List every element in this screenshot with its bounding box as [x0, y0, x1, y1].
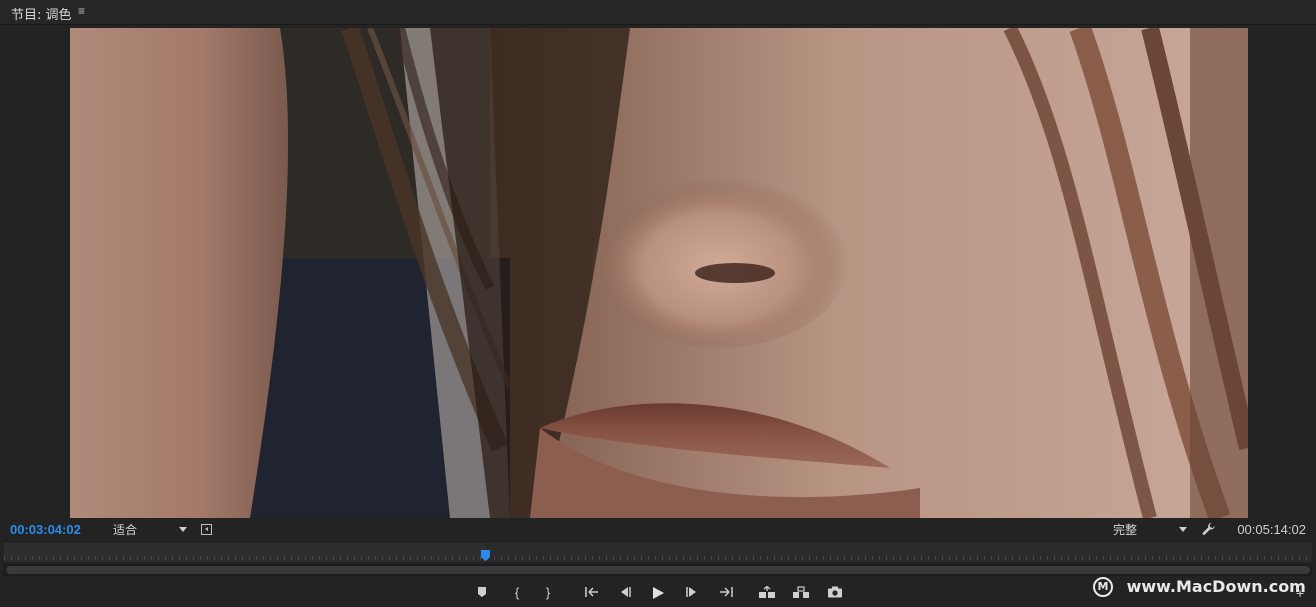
extract-icon[interactable]	[791, 582, 811, 604]
zoom-level-value: 适合	[113, 523, 138, 537]
safe-margins-icon[interactable]	[201, 524, 212, 535]
hamburger-menu-icon[interactable]: ≡	[78, 4, 85, 18]
mark-in-icon[interactable]: {	[507, 582, 527, 604]
current-timecode[interactable]: 00:03:04:02	[10, 522, 81, 537]
play-icon[interactable]	[648, 582, 668, 604]
step-back-icon[interactable]	[615, 582, 635, 604]
panel-title[interactable]: 节目: 调色	[11, 4, 72, 23]
go-to-in-icon[interactable]	[582, 582, 602, 604]
mark-out-icon[interactable]: }	[538, 582, 558, 604]
panel-title-bar: 节目: 调色 ≡	[0, 0, 1316, 25]
step-forward-icon[interactable]	[682, 582, 702, 604]
watermark: M www.MacDown.com	[1093, 576, 1306, 602]
playhead-handle[interactable]	[481, 548, 491, 561]
go-to-out-icon[interactable]	[716, 582, 736, 604]
export-frame-icon[interactable]	[825, 582, 845, 604]
ruler-ticks	[4, 543, 1312, 562]
lift-icon[interactable]	[757, 582, 777, 604]
playback-resolution-select[interactable]: 完整	[1113, 521, 1191, 539]
add-marker-icon[interactable]	[472, 582, 492, 604]
zoom-scrollbar[interactable]	[4, 564, 1312, 576]
chevron-down-icon	[1179, 527, 1187, 532]
zoom-scrollbar-handle[interactable]	[6, 566, 1310, 574]
watermark-text: www.MacDown.com	[1126, 577, 1306, 596]
video-frame-image	[70, 28, 1248, 518]
chevron-down-icon	[179, 527, 187, 532]
time-ruler[interactable]	[4, 543, 1312, 562]
button-editor-plus-icon[interactable]: +	[1296, 586, 1310, 600]
playback-resolution-value: 完整	[1113, 523, 1138, 537]
program-monitor-panel: 节目: 调色 ≡ 00:03:04:02 适合 完整 00:05:14:02 {…	[0, 0, 1316, 607]
wrench-icon[interactable]	[1202, 522, 1216, 536]
duration-timecode: 00:05:14:02	[1237, 522, 1306, 537]
macdown-logo-icon: M	[1093, 576, 1113, 597]
zoom-level-select[interactable]: 适合	[113, 521, 191, 539]
program-video-frame	[70, 28, 1248, 518]
